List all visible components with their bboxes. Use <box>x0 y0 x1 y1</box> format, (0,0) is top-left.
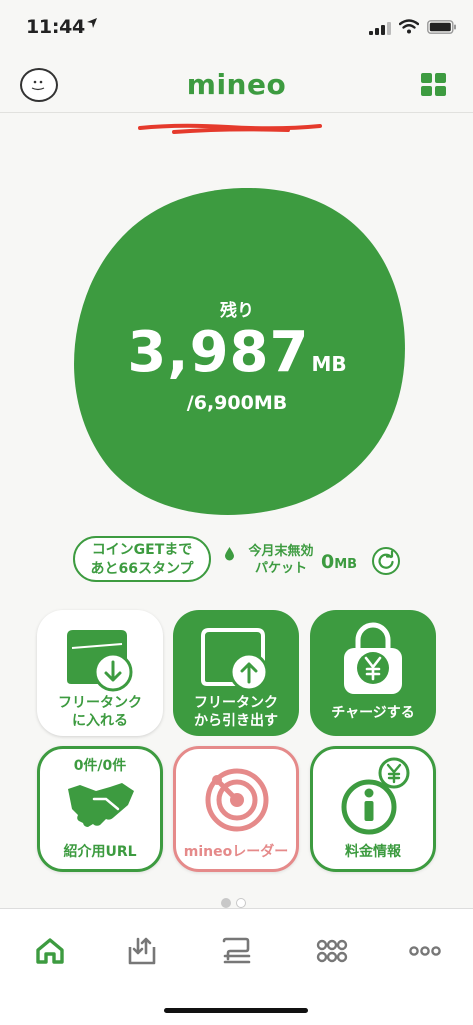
free-tank-deposit-label: フリータンク に入れる <box>37 694 163 730</box>
remaining-value: 3,987 <box>127 320 310 385</box>
free-tank-withdraw-line2: から引き出す <box>194 713 278 729</box>
packet-value-unit: MB <box>334 557 358 572</box>
charge-label: チャージする <box>331 705 415 721</box>
drop-icon <box>225 547 234 561</box>
free-tank-withdraw-label: フリータンク から引き出す <box>173 694 299 730</box>
remaining-label: 残り <box>220 301 254 321</box>
mineo-radar-tile[interactable]: mineoレーダー <box>173 746 299 872</box>
fee-info-label: 料金情報 <box>345 844 401 860</box>
coin-stamp-button[interactable]: コインGETまで あと66スタンプ <box>73 536 211 582</box>
brand-logo: mineo <box>186 68 287 101</box>
free-tank-withdraw-tile[interactable]: フリータンク から引き出す <box>173 610 299 736</box>
free-tank-deposit-line2: に入れる <box>72 713 128 729</box>
grid-menu-icon[interactable] <box>421 73 447 97</box>
refresh-icon <box>378 550 394 569</box>
community-icon[interactable] <box>312 935 352 967</box>
tank-withdraw-icon <box>201 628 269 692</box>
packet-line1: 今月末無効 <box>248 544 314 559</box>
status-time: 11:44 <box>26 16 85 38</box>
packet-line2: パケット <box>254 561 307 576</box>
free-tank-deposit-line1: フリータンク <box>58 695 142 711</box>
page-dot-2[interactable] <box>236 898 246 908</box>
data-remaining-blob[interactable]: 残り 3,987 MB /6,900MB <box>64 178 410 526</box>
referral-tile[interactable]: 0件/0件 紹介用URL <box>37 746 163 872</box>
status-bar: 11:44 <box>0 0 473 56</box>
coin-line1: コインGETまで <box>91 542 193 558</box>
chat-icon[interactable] <box>217 935 257 967</box>
more-icon[interactable] <box>405 935 445 967</box>
battery-icon <box>427 20 456 34</box>
coin-line2: あと66スタンプ <box>90 561 194 577</box>
total-capacity: /6,900MB <box>186 392 288 414</box>
redaction-mark <box>138 123 322 134</box>
home-icon[interactable] <box>30 935 70 967</box>
radar-icon <box>205 768 269 832</box>
wifi-icon <box>399 19 419 34</box>
handshake-icon <box>68 783 134 827</box>
packet-value-number: 0 <box>321 551 335 573</box>
free-tank-withdraw-line1: フリータンク <box>194 695 278 711</box>
page-dot-1[interactable] <box>221 898 231 908</box>
referral-label: 紹介用URL <box>63 844 137 860</box>
fee-info-tile[interactable]: 料金情報 <box>310 746 436 872</box>
app-header: mineo <box>0 56 473 113</box>
remaining-row: 3,987 MB <box>64 320 410 385</box>
signal-icon <box>369 22 391 35</box>
remaining-unit: MB <box>311 352 347 376</box>
tank-deposit-icon <box>67 630 133 692</box>
referral-count: 0件/0件 <box>73 758 127 774</box>
home-indicator <box>164 1008 308 1013</box>
location-arrow-icon <box>87 18 97 28</box>
expiring-packet-label: 今月末無効 パケット <box>238 543 324 577</box>
charge-tile[interactable]: チャージする <box>310 610 436 736</box>
tray-icon[interactable] <box>122 935 162 967</box>
free-tank-deposit-tile[interactable]: フリータンク に入れる <box>37 610 163 736</box>
yen-bag-icon <box>344 622 402 694</box>
expiring-packet-value: 0MB <box>321 551 357 573</box>
fee-info-icon <box>341 757 410 835</box>
refresh-button[interactable] <box>372 547 400 575</box>
mineo-radar-label: mineoレーダー <box>183 844 289 860</box>
